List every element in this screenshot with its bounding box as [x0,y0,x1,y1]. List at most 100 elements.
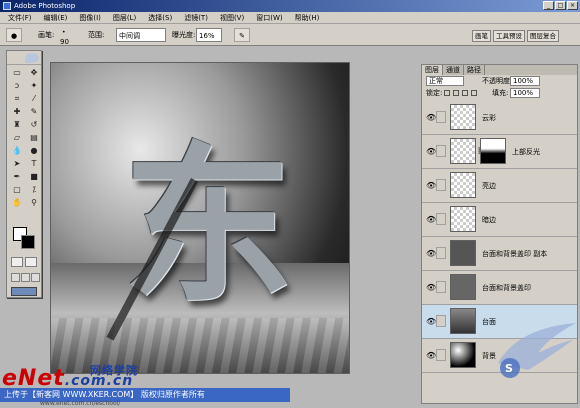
layer-row[interactable]: 👁 台面和背景盖印 副本 [422,237,577,271]
pen-tool-icon[interactable]: ✒ [9,171,25,183]
eyedropper-icon[interactable]: ⁒ [26,184,42,196]
layer-mask-thumbnail[interactable] [480,138,506,164]
move-tool-icon[interactable]: ✥ [26,67,42,79]
tab-brushes[interactable]: 画笔 [472,30,491,42]
menu-help[interactable]: 帮助(H) [289,12,326,24]
visibility-eye-icon[interactable]: 👁 [426,147,436,156]
jump-to-imageready-icon[interactable] [11,287,37,296]
marquee-tool-icon[interactable]: ▭ [9,67,25,79]
menu-select[interactable]: 选择(S) [142,12,178,24]
fill-field[interactable]: 100% [510,88,540,98]
maximize-button[interactable]: □ [555,1,566,10]
link-toggle[interactable] [436,179,446,191]
visibility-eye-icon[interactable]: 👁 [426,215,436,224]
blur-tool-icon[interactable]: 💧 [9,145,25,157]
visibility-eye-icon[interactable]: 👁 [426,181,436,190]
svg-text:S: S [505,362,513,375]
zoom-tool-icon[interactable]: ⚲ [26,197,42,209]
visibility-eye-icon[interactable]: 👁 [426,317,436,326]
history-brush-icon[interactable]: ↺ [26,119,42,131]
opacity-label: 不透明度: [482,77,513,85]
lock-pixels-icon[interactable] [453,90,459,96]
title-bar: Adobe Photoshop _ □ × [0,0,580,12]
menu-filter[interactable]: 滤镜(T) [178,12,214,24]
menu-edit[interactable]: 编辑(E) [38,12,74,24]
visibility-eye-icon[interactable]: 👁 [426,113,436,122]
screen-mode-full-menu-icon[interactable] [21,273,30,282]
lock-transparency-icon[interactable] [444,90,450,96]
path-select-icon[interactable]: ➤ [9,158,25,170]
lock-all-icon[interactable] [471,90,477,96]
panel-well: 画笔 工具预设 图层复合 [472,30,578,42]
document-canvas[interactable]: 东 [50,62,350,374]
layer-row[interactable]: 👁 ⛓ 上部反光 [422,135,577,169]
brush-link-icon[interactable] [436,315,446,327]
standard-mode-icon[interactable] [11,257,23,267]
range-select[interactable]: 中间调 [116,28,166,42]
link-toggle[interactable] [436,213,446,225]
toolbox-header[interactable] [7,51,41,65]
menu-view[interactable]: 视图(V) [214,12,250,24]
link-toggle[interactable] [436,111,446,123]
lock-row: 锁定: 填充: 100% [422,87,577,99]
type-tool-icon[interactable]: T [26,158,42,170]
wing-logo-icon: S [498,323,576,378]
menu-window[interactable]: 窗口(W) [250,12,288,24]
tab-layer-comps[interactable]: 图层复合 [527,30,559,42]
layer-thumbnail [450,342,476,368]
hand-tool-icon[interactable]: ✋ [9,197,25,209]
visibility-eye-icon[interactable]: 👁 [426,283,436,292]
layer-row[interactable]: 👁 台面和背景盖印 [422,271,577,305]
layer-name: 云彩 [482,114,496,122]
quick-mask-icon[interactable] [25,257,37,267]
dodge-tool-icon[interactable]: ● [26,145,42,157]
slice-tool-icon[interactable]: ⁄ [26,93,42,105]
layer-row[interactable]: 👁 亮边 [422,169,577,203]
link-toggle[interactable] [436,145,446,157]
layer-row[interactable]: 👁 暗边 [422,203,577,237]
link-toggle[interactable] [436,281,446,293]
lock-position-icon[interactable] [462,90,468,96]
exposure-field[interactable]: 16% [196,28,222,42]
layer-thumbnail [450,274,476,300]
layer-name: 台面和背景盖印 副本 [482,250,548,258]
clone-stamp-icon[interactable]: ♜ [9,119,25,131]
link-toggle[interactable] [436,247,446,259]
menu-bar: 文件(F) 编辑(E) 图像(I) 图层(L) 选择(S) 滤镜(T) 视图(V… [0,12,580,24]
menu-layer[interactable]: 图层(L) [107,12,142,24]
screen-mode-standard-icon[interactable] [11,273,20,282]
tab-layers[interactable]: 图层 [422,65,443,75]
visibility-eye-icon[interactable]: 👁 [426,351,436,360]
lasso-tool-icon[interactable]: ↄ [9,80,25,92]
brush-size-value[interactable]: 90 [60,35,69,49]
minimize-button[interactable]: _ [543,1,554,10]
brush-tool-icon[interactable]: ✎ [26,106,42,118]
opacity-field[interactable]: 100% [510,76,540,86]
gradient-tool-icon[interactable]: ▤ [26,132,42,144]
tab-tool-presets[interactable]: 工具预设 [493,30,525,42]
menu-file[interactable]: 文件(F) [2,12,38,24]
layer-thumbnail [450,240,476,266]
magic-wand-icon[interactable]: ✦ [26,80,42,92]
tab-paths[interactable]: 路径 [464,65,485,75]
screen-mode-full-icon[interactable] [31,273,40,282]
tab-channels[interactable]: 通道 [443,65,464,75]
brush-label: 画笔: [38,31,55,39]
link-toggle[interactable] [436,349,446,361]
healing-brush-icon[interactable]: ✚ [9,106,25,118]
close-button[interactable]: × [567,1,578,10]
crop-tool-icon[interactable]: ⌗ [9,93,25,105]
airbrush-icon[interactable]: ✎ [234,28,250,42]
visibility-eye-icon[interactable]: 👁 [426,249,436,258]
eraser-tool-icon[interactable]: ▱ [9,132,25,144]
blend-mode-select[interactable]: 正常 [426,76,464,86]
blend-row: 正常 不透明度: 100% [422,75,577,87]
menu-image[interactable]: 图像(I) [73,12,107,24]
layer-thumbnail [450,172,476,198]
layer-name: 上部反光 [512,148,540,156]
dodge-tool-preset-icon[interactable]: ● [6,28,22,42]
notes-tool-icon[interactable]: ▢ [9,184,25,196]
shape-tool-icon[interactable]: ■ [26,171,42,183]
background-color-swatch[interactable] [21,235,35,249]
layer-row[interactable]: 👁 云彩 [422,101,577,135]
